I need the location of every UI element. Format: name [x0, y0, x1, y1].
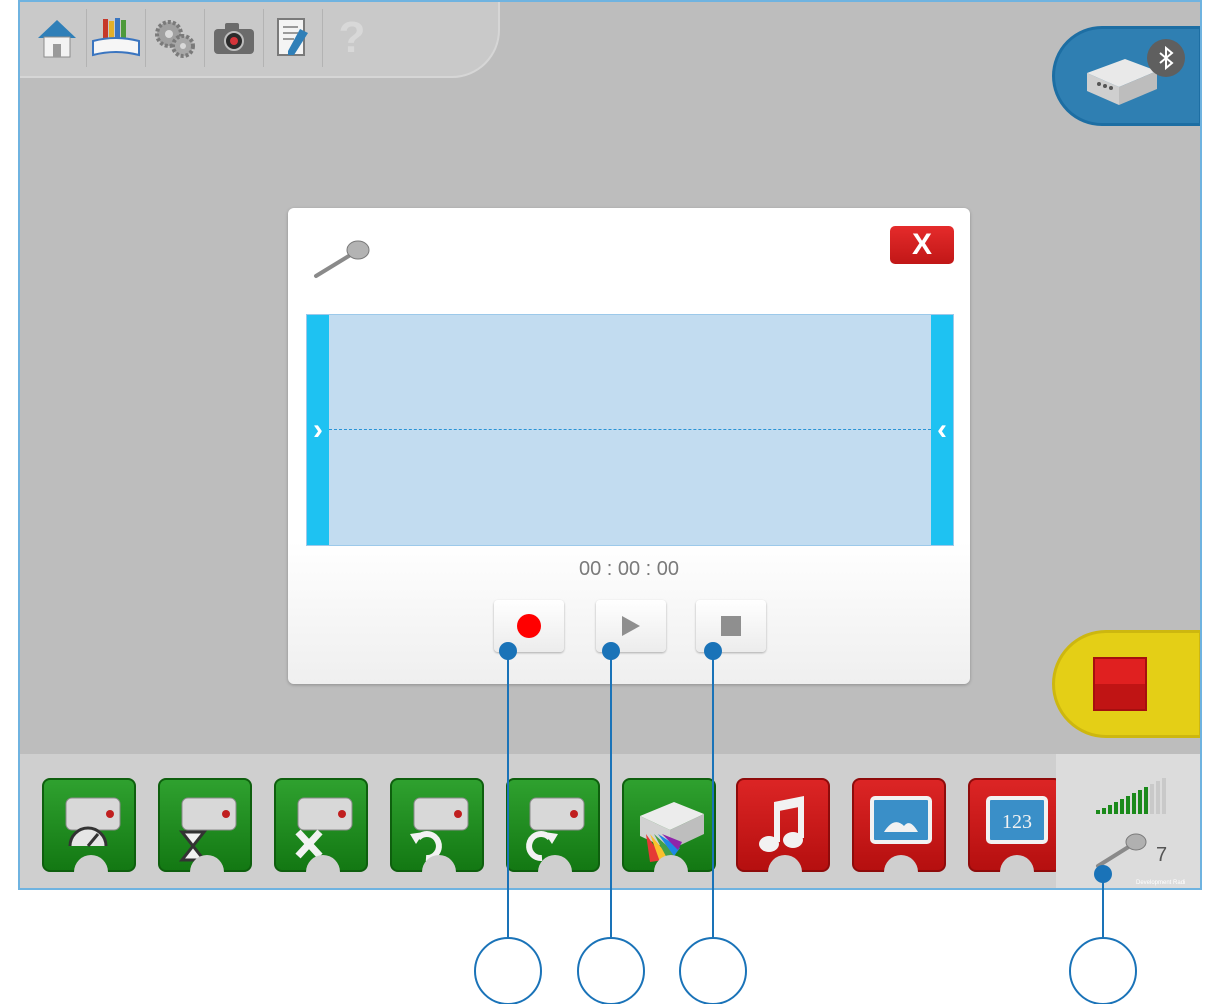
help-icon[interactable]: ? [323, 9, 381, 67]
callout-circle-record [474, 937, 542, 1004]
record-icon [517, 614, 541, 638]
svg-text:123: 123 [1002, 811, 1032, 833]
bluetooth-icon [1147, 39, 1185, 77]
block-palette: 123 [20, 754, 1062, 888]
top-toolbar: ? [20, 2, 500, 78]
gears-icon[interactable] [146, 9, 205, 67]
play-sound-block[interactable] [736, 778, 830, 872]
play-button[interactable] [596, 600, 666, 652]
stop-button[interactable] [696, 600, 766, 652]
waveform-area: › ‹ [306, 314, 954, 546]
motor-time-block[interactable] [158, 778, 252, 872]
camera-icon[interactable] [205, 9, 264, 67]
home-icon[interactable] [28, 9, 87, 67]
close-button[interactable]: X [890, 226, 954, 264]
motor-counterclockwise-block[interactable] [390, 778, 484, 872]
motor-clockwise-block[interactable] [506, 778, 600, 872]
sensor-value: 7 [1156, 844, 1168, 866]
callout-circle-sensor [1069, 937, 1137, 1004]
callout-circle-stop [679, 937, 747, 1004]
motor-speed-block[interactable] [42, 778, 136, 872]
hub-light-color-block[interactable] [622, 778, 716, 872]
stop-program-button[interactable] [1052, 630, 1200, 738]
recording-timer: 00 : 00 : 00 [578, 558, 680, 580]
waveform-baseline [329, 429, 931, 430]
microphone-icon [314, 240, 370, 278]
trim-start-handle[interactable]: › [307, 315, 329, 545]
sensor-caption: Development Radi [1136, 880, 1186, 886]
display-number-block[interactable]: 123 [968, 778, 1062, 872]
app-window: ? 123 7 Development Radi X › ‹ 00: 00:… [18, 0, 1202, 890]
smarthub-connect-button[interactable] [1052, 26, 1200, 126]
motor-off-block[interactable] [274, 778, 368, 872]
stop-icon [721, 616, 741, 636]
microphone-icon[interactable] [1094, 832, 1150, 870]
stop-icon [1093, 657, 1147, 711]
signal-level-icon [1096, 778, 1166, 814]
sound-recorder-dialog: X › ‹ 00 : 00 : 00 [288, 208, 970, 684]
display-image-block[interactable] [852, 778, 946, 872]
record-button[interactable] [494, 600, 564, 652]
play-icon [622, 616, 640, 636]
sensor-panel[interactable]: 7 Development Radi [1056, 754, 1200, 888]
document-edit-icon[interactable] [264, 9, 323, 67]
books-icon[interactable] [87, 9, 146, 67]
trim-end-handle[interactable]: ‹ [931, 315, 953, 545]
callout-circle-play [577, 937, 645, 1004]
